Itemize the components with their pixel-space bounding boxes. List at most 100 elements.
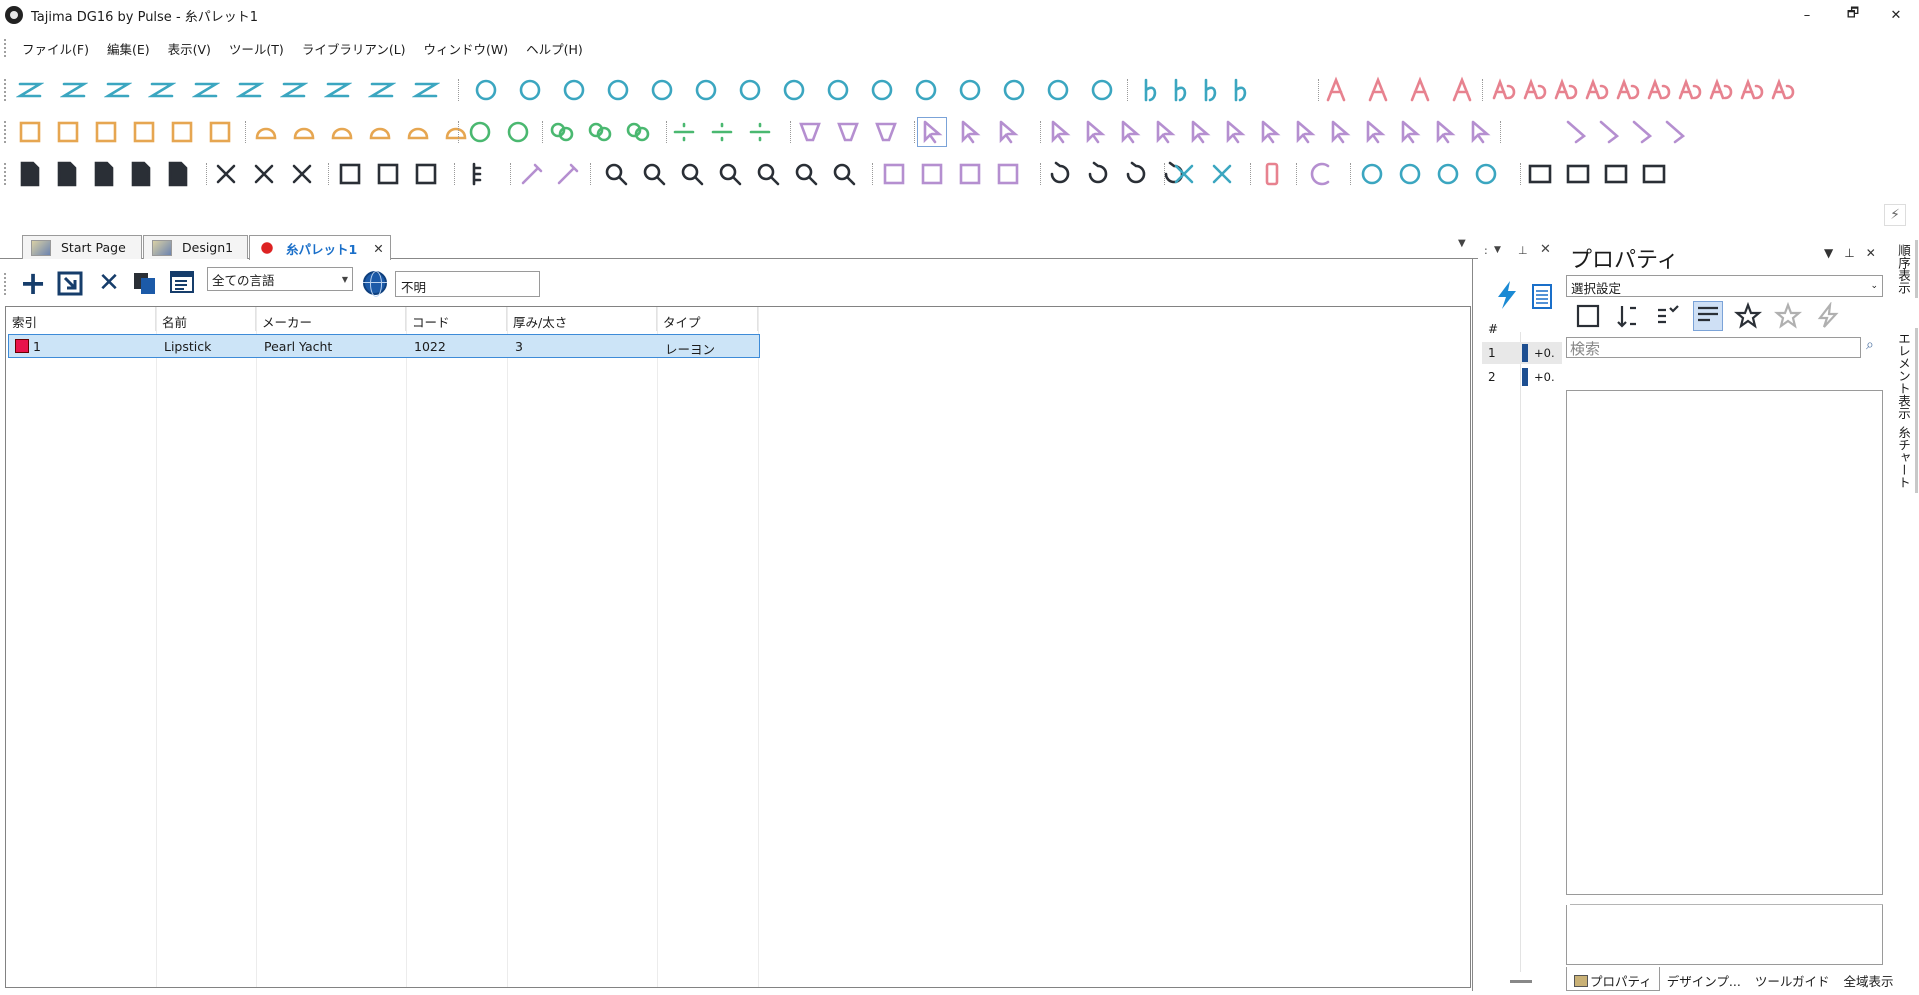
tab-properties[interactable]: プロパティ (1566, 967, 1660, 991)
print-tool-icon[interactable] (412, 160, 440, 188)
property-view-icon[interactable] (1733, 301, 1763, 330)
digitize-tool-icon[interactable] (604, 76, 632, 104)
property-view-icon[interactable] (1654, 302, 1682, 330)
clipboard-tool-icon[interactable] (212, 160, 240, 188)
undo-tool-icon[interactable] (1122, 160, 1150, 188)
machine-tool-icon[interactable] (1602, 160, 1630, 188)
undo-tool-icon[interactable] (1084, 160, 1112, 188)
file-tool-icon[interactable] (53, 160, 81, 188)
copy-palette-button[interactable] (130, 269, 160, 297)
lightning-icon[interactable]: ⚡ (1884, 204, 1906, 226)
tab-start-page[interactable]: Start Page (22, 235, 142, 259)
envelope-tool-icon[interactable] (252, 118, 280, 146)
pin-icon[interactable]: ⊥ (1844, 246, 1865, 260)
appliqué-tool-icon[interactable] (1358, 160, 1386, 188)
digitize-tool-icon[interactable] (472, 76, 500, 104)
pin-icon[interactable]: ⊥ (1518, 244, 1528, 257)
digitize-tool-icon[interactable] (956, 76, 984, 104)
side-tab-sequence[interactable]: 順序表示 (1892, 240, 1918, 298)
lettering-tool-icon[interactable] (1707, 76, 1735, 104)
fill-tool-icon[interactable] (834, 118, 862, 146)
effect-tool-icon[interactable] (1661, 118, 1689, 146)
shape-tool-icon[interactable] (1322, 76, 1350, 104)
select-tool-icon[interactable] (994, 118, 1022, 146)
transform-tool-icon[interactable] (168, 118, 196, 146)
node-tool-icon[interactable] (1151, 118, 1179, 146)
stitch-tool-icon[interactable] (411, 76, 441, 104)
zoom-tool-icon[interactable] (792, 160, 820, 188)
split-tool-icon[interactable] (1170, 160, 1198, 188)
menu-librarian[interactable]: ライブラリアン(L) (293, 39, 415, 58)
lettering-tool-icon[interactable] (1738, 76, 1766, 104)
node-tool-icon[interactable] (1466, 118, 1494, 146)
tabs-dropdown-icon[interactable]: ▼ (1458, 238, 1466, 249)
envelope-tool-icon[interactable] (404, 118, 432, 146)
tab-overview[interactable]: 全域表示 (1836, 967, 1900, 991)
node-tool-icon[interactable] (1116, 118, 1144, 146)
node-tool-icon[interactable] (1361, 118, 1389, 146)
panel-grip[interactable]: : (1484, 244, 1488, 257)
machine-tool-icon[interactable] (1526, 160, 1554, 188)
effect-tool-icon[interactable] (1628, 118, 1656, 146)
stitch-tool-icon[interactable] (191, 76, 221, 104)
search-icon[interactable]: ⌕ (1866, 337, 1874, 353)
appliqué-tool-icon[interactable] (1396, 160, 1424, 188)
lettering-tool-icon[interactable] (1769, 76, 1797, 104)
zoom-tool-icon[interactable] (602, 160, 630, 188)
digitize-tool-icon[interactable] (560, 76, 588, 104)
shape-tool-icon[interactable] (1448, 76, 1476, 104)
clipboard-tool-icon[interactable] (250, 160, 278, 188)
unknown-field-input[interactable]: 不明 (395, 271, 540, 297)
lettering-tool-icon[interactable] (1490, 76, 1518, 104)
table-row[interactable]: 1 Lipstick Pearl Yacht 1022 3 レーヨン (8, 334, 760, 358)
tab-design-properties[interactable]: デザインプ... (1660, 967, 1748, 991)
chevron-down-icon[interactable]: ▼ (1494, 245, 1501, 255)
appliqué-tool-icon[interactable] (1472, 160, 1500, 188)
lettering-tool-icon[interactable] (1552, 76, 1580, 104)
column-header-type[interactable]: タイプ (657, 307, 758, 331)
stitch-tool-icon[interactable] (59, 76, 89, 104)
menu-file[interactable]: ファイル(F) (13, 39, 98, 58)
node-tool-icon[interactable] (1046, 118, 1074, 146)
property-view-icon[interactable] (1574, 302, 1602, 330)
tie-tool-icon[interactable] (1198, 76, 1226, 104)
shape-tool-icon[interactable] (1406, 76, 1434, 104)
appliqué-tool-icon[interactable] (1434, 160, 1462, 188)
digitize-tool-icon[interactable] (692, 76, 720, 104)
search-input[interactable]: 検索 (1566, 337, 1861, 358)
tie-tool-icon[interactable] (1228, 76, 1256, 104)
lightning-icon[interactable] (1494, 280, 1520, 310)
object-tool-icon[interactable] (504, 118, 532, 146)
lettering-tool-icon[interactable] (1645, 76, 1673, 104)
toolbar-grip[interactable] (4, 273, 7, 295)
select-tool-icon[interactable] (917, 117, 947, 147)
machine-tool-icon[interactable] (1640, 160, 1668, 188)
node-tool-icon[interactable] (1431, 118, 1459, 146)
align-tool-icon[interactable] (708, 118, 736, 146)
menu-grip[interactable] (4, 39, 7, 57)
globe-icon[interactable] (363, 271, 387, 297)
stop-sequence-tool-icon[interactable] (1258, 160, 1286, 188)
lettering-tool-icon[interactable] (1676, 76, 1704, 104)
zoom-tool-icon[interactable] (716, 160, 744, 188)
transform-tool-icon[interactable] (16, 118, 44, 146)
property-view-icon[interactable] (1773, 301, 1803, 330)
import-thread-button[interactable] (56, 269, 86, 297)
menu-window[interactable]: ウィンドウ(W) (415, 39, 518, 58)
toolbar-grip[interactable] (4, 121, 7, 143)
draw-tool-icon[interactable] (918, 160, 946, 188)
node-tool-icon[interactable] (1326, 118, 1354, 146)
zoom-tool-icon[interactable] (640, 160, 668, 188)
property-grid[interactable] (1566, 390, 1883, 895)
restore-button[interactable]: 🗗 (1830, 0, 1876, 30)
align-tool-icon[interactable] (746, 118, 774, 146)
stitch-tool-icon[interactable] (367, 76, 397, 104)
menu-edit[interactable]: 編集(E) (98, 39, 159, 58)
clipboard-tool-icon[interactable] (288, 160, 316, 188)
effect-tool-icon[interactable] (1595, 118, 1623, 146)
tab-tool-guide[interactable]: ツールガイド (1748, 967, 1837, 991)
envelope-tool-icon[interactable] (328, 118, 356, 146)
close-icon[interactable]: ✕ (1540, 242, 1551, 257)
effect-tool-icon[interactable] (1562, 118, 1590, 146)
stitch-tool-icon[interactable] (15, 76, 45, 104)
